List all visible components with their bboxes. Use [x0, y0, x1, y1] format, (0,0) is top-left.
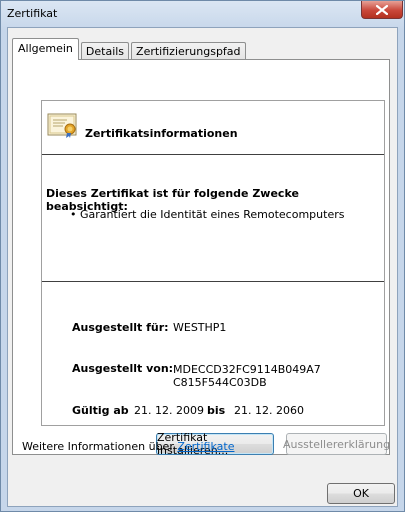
certificate-dialog: Zertifikat Allgemein Details Zertifizier…: [0, 0, 405, 512]
certificates-link[interactable]: Zertifikate: [177, 440, 234, 453]
close-icon: [376, 4, 388, 15]
issued-by-value: MDECCD32FC9114B049A7C815F544C03DB: [173, 363, 321, 389]
issued-by-label: Ausgestellt von:: [72, 362, 174, 375]
title-bar[interactable]: Zertifikat: [1, 1, 404, 27]
dialog-client-area: Allgemein Details Zertifizierungspfad Ze…: [7, 27, 398, 507]
separator-middle: [42, 281, 384, 282]
ok-button[interactable]: OK: [327, 483, 395, 504]
separator-top: [42, 154, 384, 155]
more-info-prefix: Weitere Informationen über: [22, 440, 174, 453]
issuer-statement-button[interactable]: Ausstellererklärung: [283, 433, 390, 455]
valid-from-value: 21. 12. 2009: [134, 404, 204, 417]
certificate-info-box: Zertifikatsinformationen Dieses Zertifik…: [41, 100, 385, 426]
close-button[interactable]: [361, 1, 403, 19]
valid-to-label: bis: [207, 404, 226, 417]
tab-allgemein[interactable]: Allgemein: [12, 38, 79, 60]
tab-zertifizierungspfad[interactable]: Zertifizierungspfad: [131, 42, 246, 60]
window-title: Zertifikat: [7, 7, 58, 20]
issued-to-label: Ausgestellt für:: [72, 321, 169, 334]
issued-to-value: WESTHP1: [173, 321, 227, 334]
certificate-icon: [47, 113, 77, 138]
tab-panel-allgemein: Zertifikatsinformationen Dieses Zertifik…: [12, 59, 390, 457]
valid-to-value: 21. 12. 2060: [234, 404, 304, 417]
more-info-text: Weitere Informationen über Zertifikate: [22, 440, 234, 453]
purpose-list-item: • Garantiert die Identität eines Remotec…: [70, 208, 345, 221]
tab-strip: Allgemein Details Zertifizierungspfad: [12, 38, 248, 60]
tab-details[interactable]: Details: [80, 42, 130, 60]
certificate-info-title: Zertifikatsinformationen: [85, 127, 238, 140]
valid-from-label: Gültig ab: [72, 404, 129, 417]
